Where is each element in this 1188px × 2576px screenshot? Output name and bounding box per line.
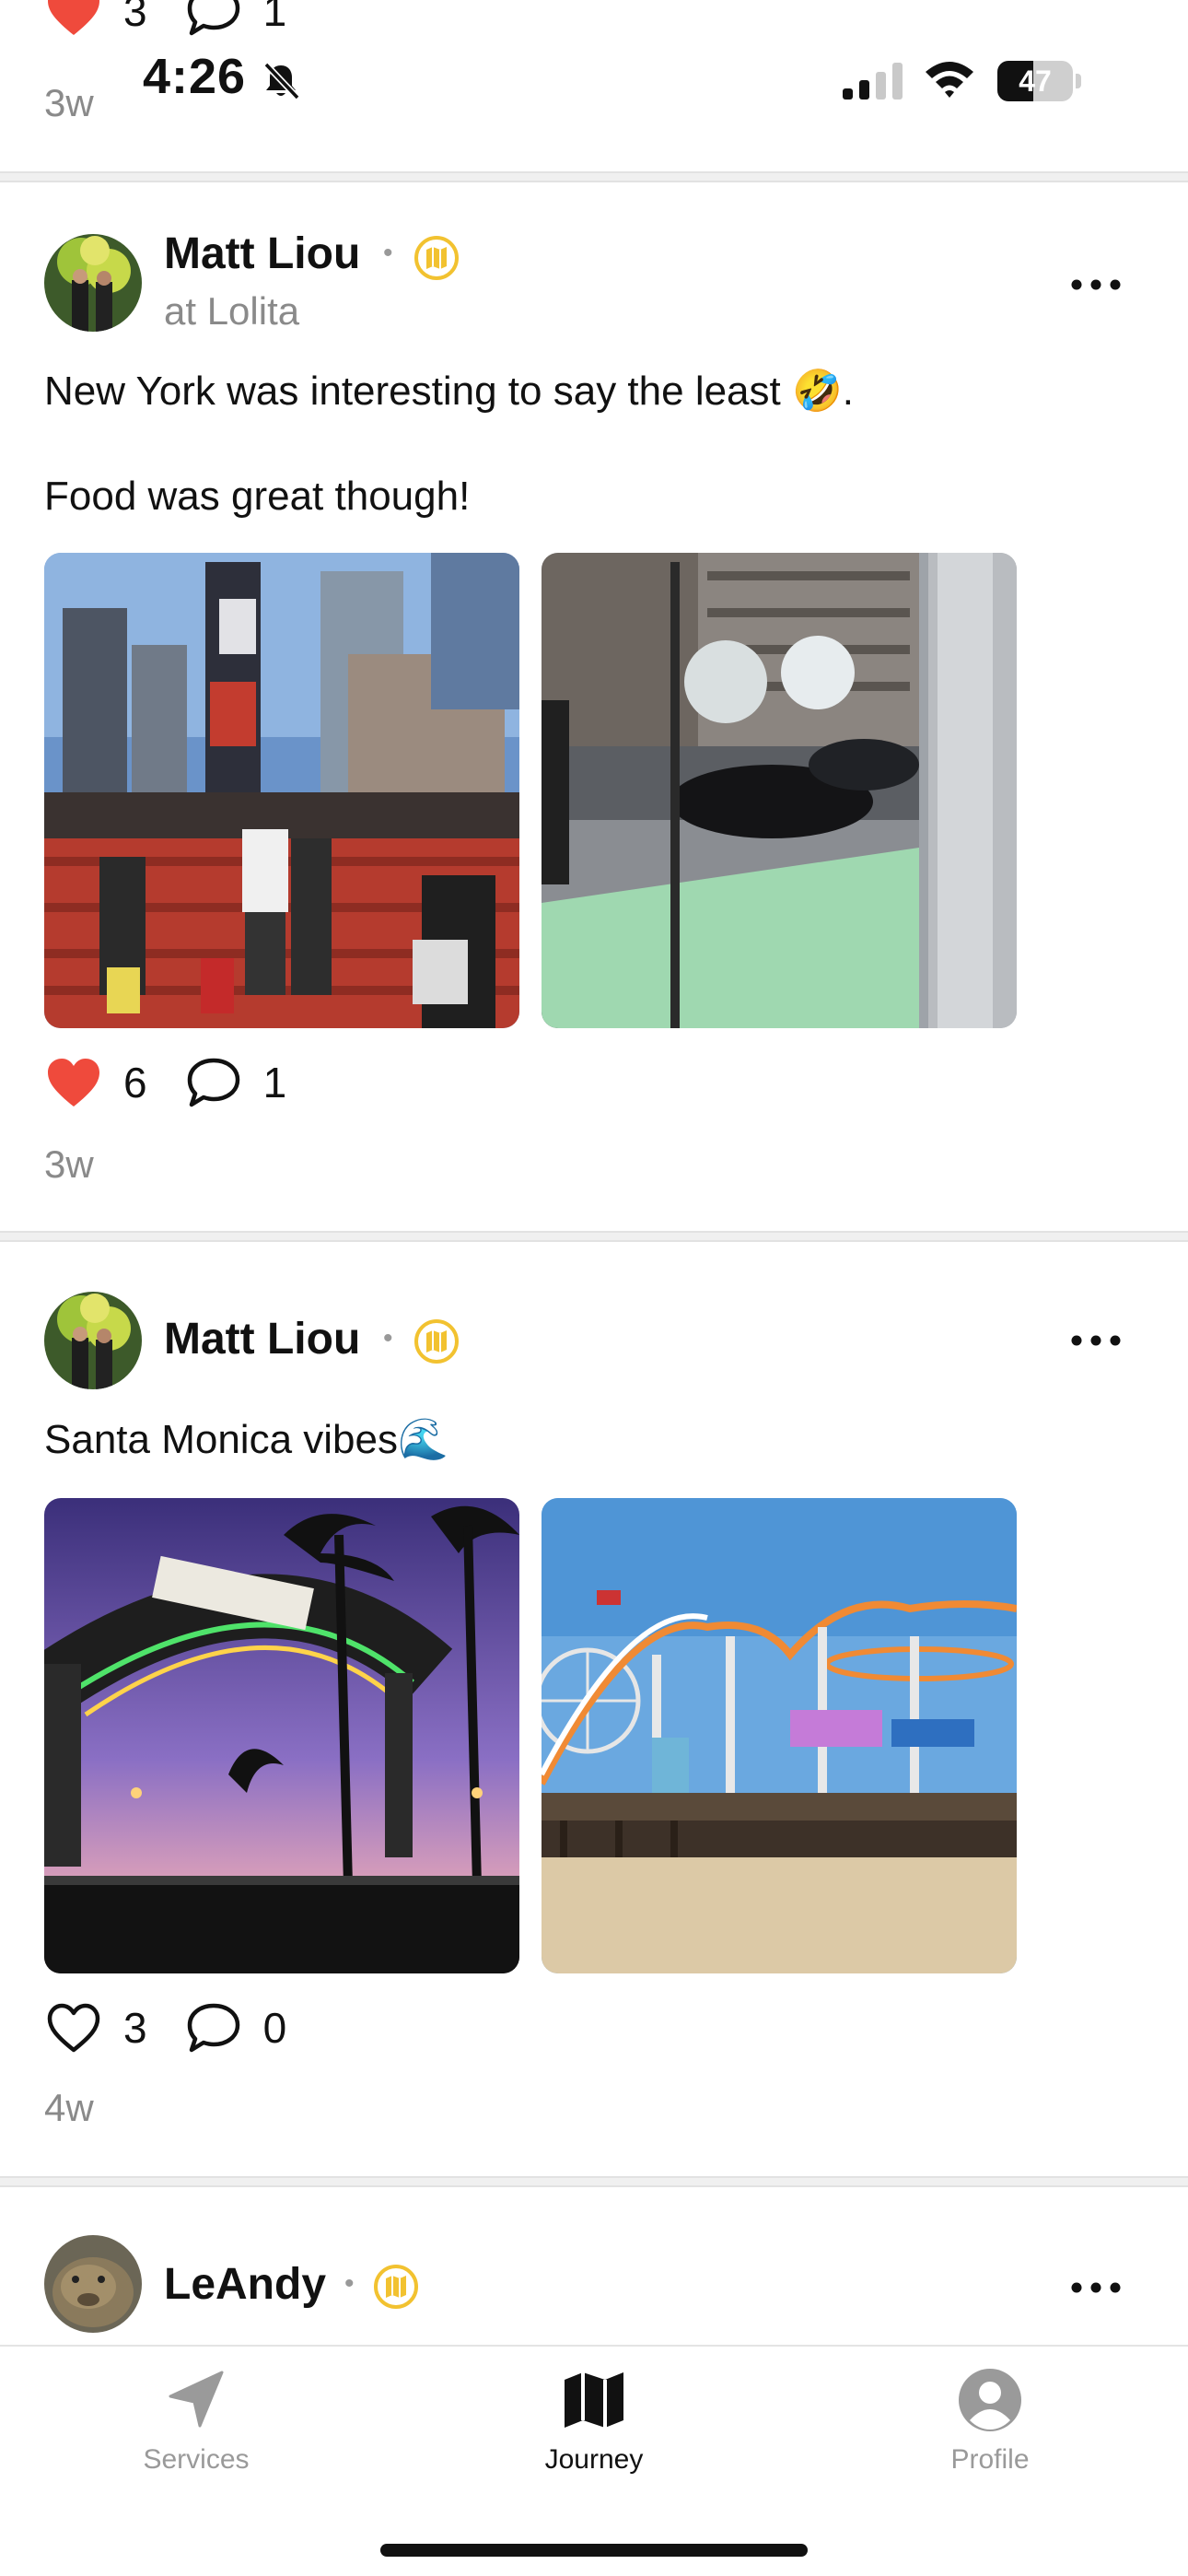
author-name[interactable]: Matt Liou [164,1314,360,1364]
post-text-line-2: Food was great though! [44,474,471,519]
tab-profile[interactable]: Profile [879,2367,1101,2476]
post-photo-santa-monica-pier[interactable] [542,1498,1017,1973]
location-arrow-icon [169,2371,224,2428]
wifi-icon [926,62,973,98]
post-age: 3w [44,1142,94,1186]
home-indicator[interactable] [380,2544,808,2557]
comment-icon[interactable] [184,2000,243,2055]
comment-count: 0 [262,2004,287,2052]
tab-bar: Services Journey Profile [0,2345,1188,2576]
post-photo-times-square[interactable] [44,553,519,1028]
more-options-icon[interactable] [1070,1334,1122,1347]
post-actions: 6 1 [44,1052,323,1113]
status-bar: 4:26 47 [0,0,1188,104]
post-text: Santa Monica vibes🌊 [44,1417,448,1462]
more-options-icon[interactable] [1070,278,1122,291]
comment-count: 1 [262,1059,287,1107]
map-icon [565,2372,623,2428]
like-count: 3 [123,2004,147,2052]
map-badge-icon [374,2265,418,2309]
cellular-signal-icon [843,63,903,100]
tab-label: Journey [544,2444,644,2475]
post-separator [0,1231,1188,1242]
battery-indicator: 47 [997,61,1082,101]
status-time: 4:26 [143,49,247,104]
avatar[interactable] [44,2235,142,2333]
avatar[interactable] [44,234,142,332]
heart-outline-icon[interactable] [44,2000,103,2055]
tab-label: Profile [950,2444,1030,2475]
post-actions: 3 0 [44,1997,323,2058]
heart-filled-icon[interactable] [44,1055,103,1110]
separator-dot: • [383,238,393,268]
post-photo-street[interactable] [542,553,1017,1028]
comment-icon[interactable] [184,1055,243,1110]
map-badge-icon [414,1319,459,1364]
battery-percent: 47 [1019,64,1052,98]
avatar[interactable] [44,1292,142,1389]
post-text: New York was interesting to say the leas… [44,369,854,414]
person-circle-icon [959,2369,1021,2431]
like-count: 6 [123,1059,147,1107]
separator-dot: • [344,2268,355,2299]
tab-services[interactable]: Services [86,2367,307,2476]
bell-slash-icon [263,62,300,100]
tab-journey[interactable]: Journey [483,2367,705,2476]
post-age: 4w [44,2086,94,2129]
more-options-icon[interactable] [1070,2281,1122,2294]
author-name[interactable]: Matt Liou [164,228,360,279]
post-separator [0,171,1188,182]
map-badge-icon [414,236,459,280]
author-name[interactable]: LeAndy [164,2259,326,2310]
post-photo-santa-monica-sign[interactable] [44,1498,519,1973]
post-location[interactable]: at Lolita [164,289,299,334]
tab-label: Services [143,2444,250,2475]
post-separator [0,2176,1188,2187]
separator-dot: • [383,1323,393,1353]
